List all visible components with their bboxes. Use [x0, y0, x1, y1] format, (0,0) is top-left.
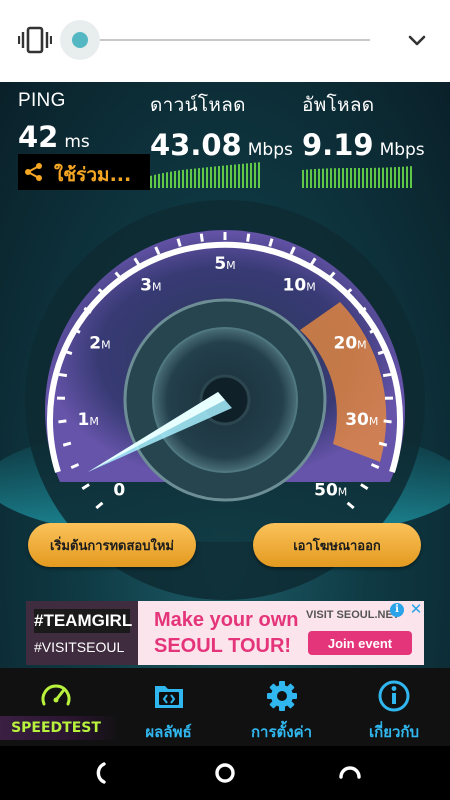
- gauge-label: 0: [113, 481, 125, 501]
- upload-label: อัพโหลด: [302, 95, 375, 116]
- tab-settings[interactable]: การตั้งค่า: [225, 668, 338, 746]
- tab-about[interactable]: เกี่ยวกับ: [338, 668, 450, 746]
- gauge-tick-mark: [383, 419, 392, 424]
- volume-slider-track[interactable]: [96, 39, 370, 41]
- upload-unit: Mbps: [379, 140, 425, 160]
- gauge-tick-mark: [199, 233, 204, 242]
- download-label: ดาวน์โหลด: [150, 95, 246, 116]
- home-icon[interactable]: [212, 760, 238, 786]
- gauge-tick-mark: [58, 419, 67, 424]
- share-icon: [25, 163, 42, 181]
- upload-stat: อัพโหลด 9.19 Mbps: [302, 90, 425, 162]
- ad-join-button[interactable]: Join event: [308, 631, 412, 655]
- gauge-tick-mark: [62, 441, 72, 447]
- download-unit: Mbps: [247, 140, 293, 160]
- back-icon[interactable]: [88, 760, 114, 786]
- tab-speedtest-label: SPEEDTEST: [11, 720, 101, 736]
- system-navigation-bar: [0, 746, 450, 800]
- download-stat: ดาวน์โหลด 43.08 Mbps: [150, 90, 293, 162]
- ad-teamgirl-text: #TEAMGIRL: [34, 609, 132, 633]
- bottom-tab-bar: SPEEDTEST ผลลัพธ์ การตั้งค่า เกี่ยวกับ: [0, 668, 450, 746]
- volume-slider-thumb[interactable]: [72, 32, 88, 48]
- ping-value: 42: [18, 120, 59, 154]
- volume-panel: [0, 0, 450, 82]
- ad-close-icon[interactable]: ✕: [408, 601, 424, 617]
- tab-settings-label: การตั้งค่า: [250, 723, 313, 741]
- ping-unit: ms: [64, 132, 90, 152]
- ping-label: PING: [18, 90, 66, 111]
- speedometer-icon: [41, 684, 71, 706]
- gauge-tick-mark: [246, 233, 251, 242]
- folder-icon: [154, 686, 183, 708]
- speedtest-main: PING 42 ms ดาวน์โหลด 43.08 Mbps อัพโหลด 9.…: [0, 82, 450, 668]
- chevron-down-icon[interactable]: [405, 28, 429, 52]
- gauge-tick-mark: [378, 441, 388, 447]
- start-new-test-button[interactable]: เริ่มต้นการทดสอบใหม่: [28, 523, 196, 567]
- ad-left-panel: #TEAMGIRL #VISITSEOUL: [26, 601, 138, 665]
- tab-about-label: เกี่ยวกับ: [368, 723, 420, 741]
- tab-results-label: ผลลัพธ์: [145, 723, 192, 741]
- upload-value: 9.19: [302, 128, 374, 162]
- ad-info-icon[interactable]: i: [390, 603, 404, 617]
- gauge-tick-mark: [58, 372, 68, 378]
- ad-headline-1: Make your own: [154, 609, 299, 631]
- ad-headline-2: SEOUL TOUR!: [154, 635, 292, 657]
- ad-visitseoul-text: #VISITSEOUL: [34, 639, 125, 655]
- download-value: 43.08: [150, 128, 242, 162]
- recents-icon[interactable]: [337, 760, 363, 786]
- tab-results[interactable]: ผลลัพธ์: [112, 668, 225, 746]
- info-icon: [378, 680, 410, 712]
- ad-banner[interactable]: #TEAMGIRL #VISITSEOUL Make your own SEOU…: [26, 601, 424, 665]
- gear-icon: [266, 681, 297, 711]
- ad-brand: VISIT SEOUL.NET: [306, 609, 400, 621]
- gauge-tick-mark: [382, 372, 392, 378]
- remove-ads-button[interactable]: เอาโฆษณาออก: [253, 523, 421, 567]
- tab-speedtest[interactable]: SPEEDTEST: [0, 668, 120, 746]
- vibrate-icon[interactable]: [18, 26, 52, 54]
- ping-stat: PING 42 ms: [18, 90, 90, 154]
